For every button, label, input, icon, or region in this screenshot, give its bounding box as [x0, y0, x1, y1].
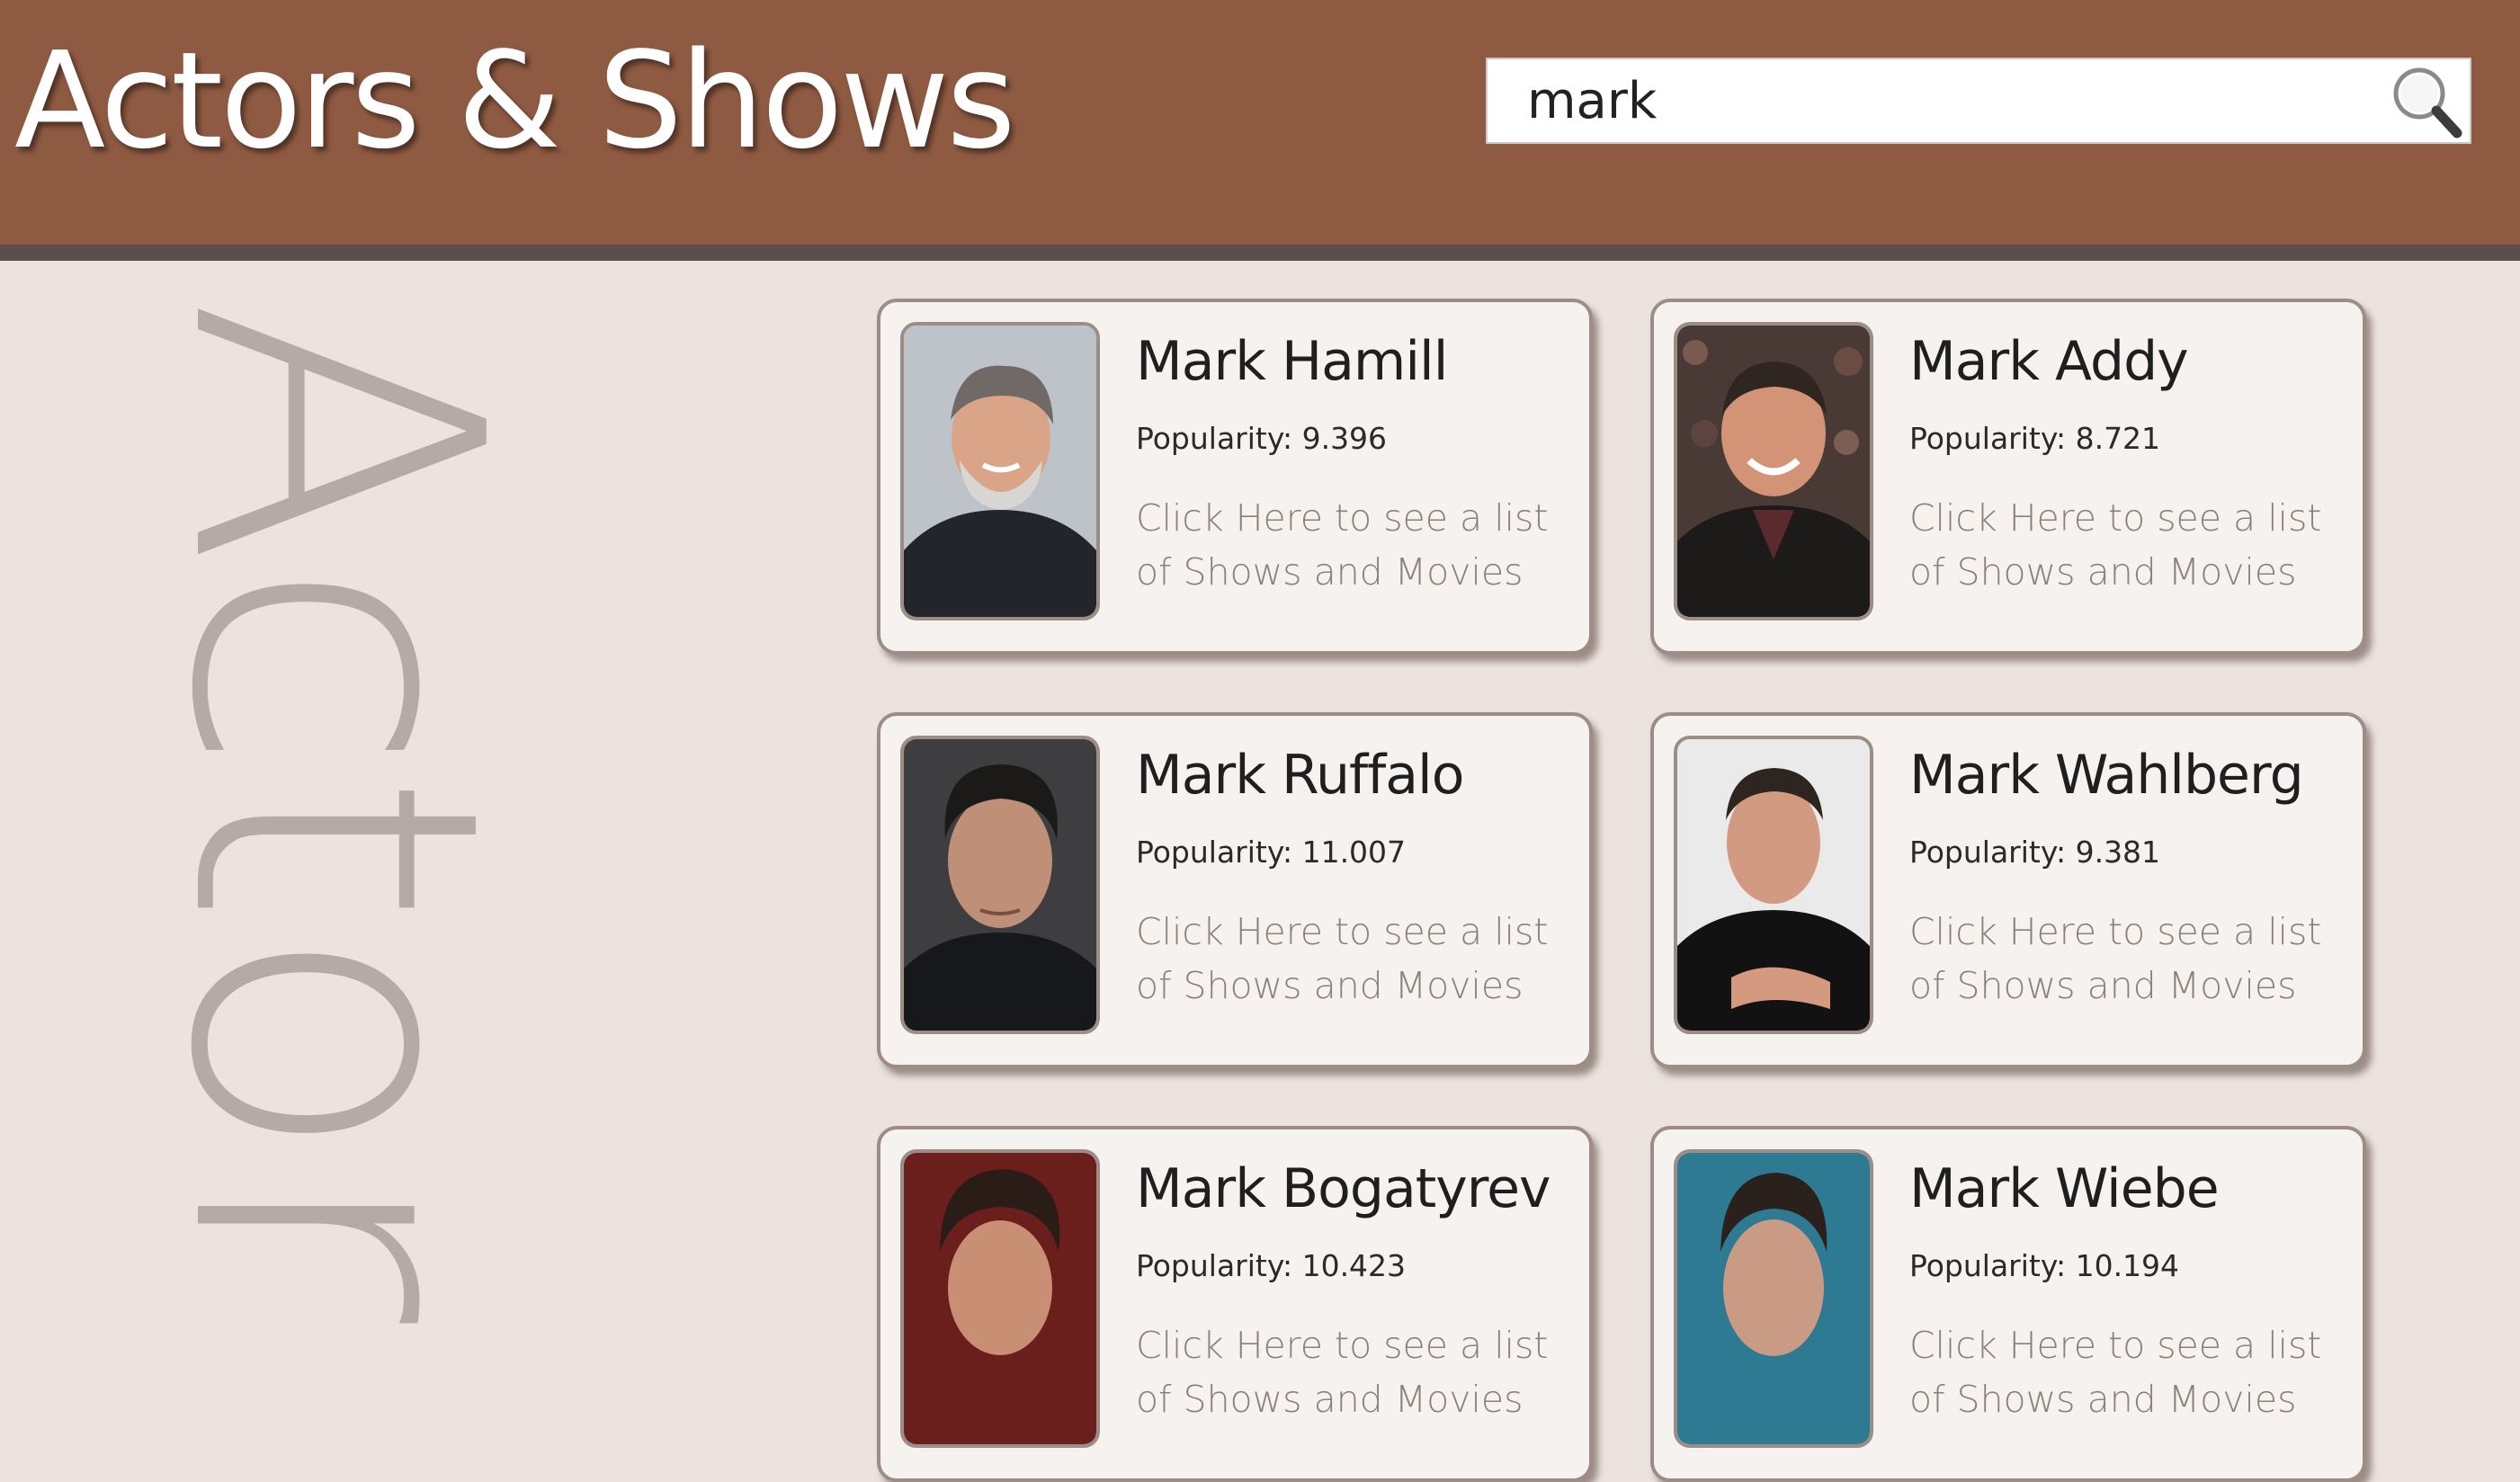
actor-name: Mark Wahlberg: [1909, 744, 2304, 807]
actor-card-mark-wahlberg[interactable]: Mark Wahlberg Popularity: 9.381 Click He…: [1650, 712, 2366, 1068]
actor-photo: [900, 322, 1100, 620]
shows-link[interactable]: Click Here to see a list of Shows and Mo…: [1909, 491, 2359, 599]
actor-photo: [900, 736, 1100, 1034]
popularity-value: 10.194: [2075, 1248, 2180, 1283]
actor-photo: [1674, 322, 1873, 620]
popularity-prefix: Popularity:: [1909, 835, 2076, 870]
popularity-prefix: Popularity:: [1909, 421, 2076, 456]
actor-card-mark-hamill[interactable]: Mark Hamill Popularity: 9.396 Click Here…: [877, 299, 1593, 655]
search-input[interactable]: [1488, 59, 2390, 142]
actor-popularity: Popularity: 9.396: [1136, 419, 1387, 459]
actor-name: Mark Hamill: [1136, 330, 1448, 393]
popularity-prefix: Popularity:: [1136, 835, 1302, 870]
popularity-value: 10.423: [1301, 1248, 1407, 1283]
actor-popularity: Popularity: 9.381: [1909, 833, 2160, 872]
actor-popularity: Popularity: 11.007: [1136, 833, 1406, 872]
actor-photo: [1674, 736, 1873, 1034]
actor-name: Mark Ruffalo: [1136, 744, 1464, 807]
actor-card-mark-bogatyrev[interactable]: Mark Bogatyrev Popularity: 10.423 Click …: [877, 1126, 1593, 1482]
actor-popularity: Popularity: 10.423: [1136, 1246, 1406, 1286]
site-title: Actors & Shows: [14, 23, 1015, 178]
shows-link[interactable]: Click Here to see a list of Shows and Mo…: [1909, 905, 2359, 1013]
popularity-prefix: Popularity:: [1909, 1248, 2076, 1283]
shows-link[interactable]: Click Here to see a list of Shows and Mo…: [1909, 1318, 2359, 1426]
actor-name: Mark Wiebe: [1909, 1157, 2220, 1220]
popularity-value: 11.007: [1301, 835, 1407, 870]
shows-link[interactable]: Click Here to see a list of Shows and Mo…: [1136, 1318, 1586, 1426]
popularity-value: 9.396: [1301, 421, 1388, 456]
site-header: Actors & Shows: [0, 0, 2520, 261]
search-icon[interactable]: [2385, 59, 2466, 142]
actor-card-mark-wiebe[interactable]: Mark Wiebe Popularity: 10.194 Click Here…: [1650, 1126, 2366, 1482]
popularity-value: 8.721: [2075, 421, 2161, 456]
popularity-prefix: Popularity:: [1136, 1248, 1302, 1283]
shows-link[interactable]: Click Here to see a list of Shows and Mo…: [1136, 905, 1586, 1013]
actor-popularity: Popularity: 10.194: [1909, 1246, 2179, 1286]
actor-photo: [1674, 1149, 1873, 1448]
popularity-value: 9.381: [2075, 835, 2161, 870]
actor-popularity: Popularity: 8.721: [1909, 419, 2160, 459]
actor-card-mark-addy[interactable]: Mark Addy Popularity: 8.721 Click Here t…: [1650, 299, 2366, 655]
actor-card-mark-ruffalo[interactable]: Mark Ruffalo Popularity: 11.007 Click He…: [877, 712, 1593, 1068]
actor-photo: [900, 1149, 1100, 1448]
actor-name: Mark Addy: [1909, 330, 2189, 393]
section-label: Actor: [104, 297, 565, 1320]
actor-name: Mark Bogatyrev: [1136, 1157, 1551, 1220]
shows-link[interactable]: Click Here to see a list of Shows and Mo…: [1136, 491, 1586, 599]
popularity-prefix: Popularity:: [1136, 421, 1302, 456]
search-box: [1486, 58, 2471, 144]
